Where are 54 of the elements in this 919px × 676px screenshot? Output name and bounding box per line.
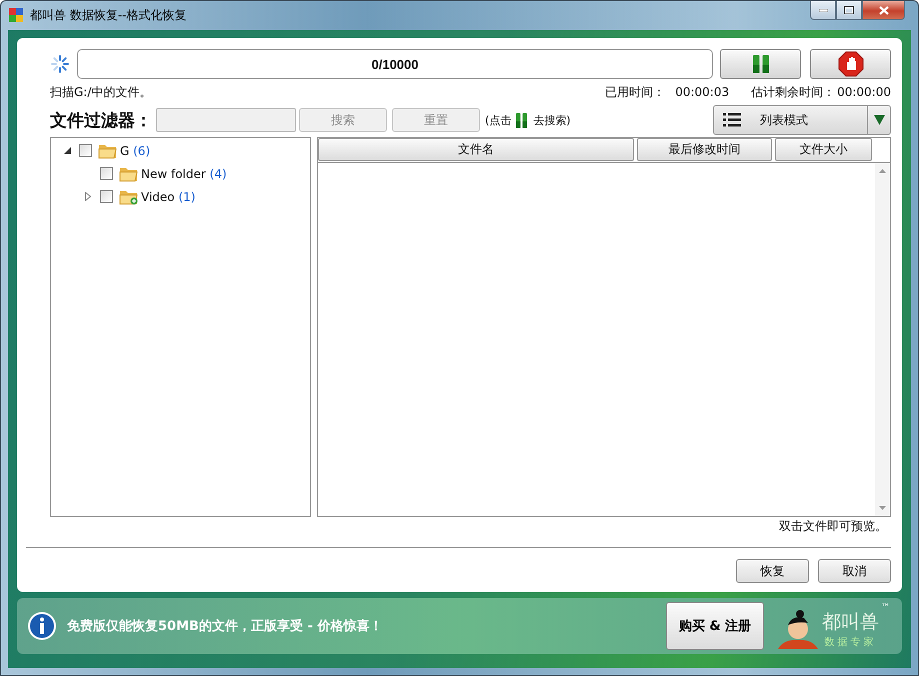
column-header[interactable]: 最后修改时间 (637, 138, 772, 161)
pause-icon (752, 55, 768, 73)
checkbox[interactable] (100, 167, 113, 180)
stop-hand-icon (838, 51, 864, 77)
close-icon (878, 6, 888, 14)
logo-tagline: 数据专家 (824, 636, 876, 649)
folder-icon (98, 142, 117, 159)
folder-name[interactable]: Video (1) (141, 190, 196, 204)
loading-spinner-icon (50, 54, 70, 74)
filter-label: 文件过滤器： (50, 110, 152, 132)
maximize-icon (844, 6, 854, 14)
scrollbar[interactable] (875, 163, 890, 516)
folder-plus-icon (119, 188, 138, 205)
stop-button[interactable] (810, 49, 891, 79)
app-logo-icon (8, 7, 24, 23)
promo-text: 免费版仅能恢复50MB的文件，正版享受 - 价格惊喜！ (67, 618, 382, 635)
window-title: 都叫兽 数据恢复--格式化恢复 (30, 7, 186, 24)
elapsed-time: 00:00:03 (675, 85, 730, 99)
collapse-arrow-icon[interactable] (64, 147, 70, 154)
scan-status-text: 扫描G:/中的文件。 (50, 84, 152, 100)
folder-name[interactable]: New folder (4) (141, 166, 227, 180)
buy-register-button[interactable]: 购买 & 注册 (666, 602, 764, 650)
checkbox[interactable] (100, 190, 113, 203)
list-icon (723, 112, 741, 128)
trademark-mark: ™ (881, 603, 890, 613)
scroll-up-icon[interactable] (879, 169, 886, 173)
progress-text: 0/10000 (372, 56, 418, 72)
column-header[interactable]: 文件大小 (775, 138, 872, 161)
minimize-icon (818, 8, 828, 12)
expand-arrow-icon[interactable] (85, 192, 91, 201)
checkbox[interactable] (79, 144, 92, 157)
close-button[interactable] (862, 1, 905, 20)
view-mode-dropdown[interactable]: 列表模式 (713, 105, 891, 135)
logo-name: 都叫兽 (822, 610, 879, 635)
remaining-time-label: 估计剩余时间： (751, 84, 836, 100)
pause-icon (516, 112, 528, 128)
pause-button[interactable] (720, 49, 801, 79)
dialog-button[interactable]: 恢复 (736, 559, 809, 583)
folder-icon (119, 165, 138, 182)
scroll-down-icon[interactable] (879, 506, 886, 510)
info-icon (27, 611, 57, 641)
mascot-drawing (778, 609, 818, 649)
maximize-button[interactable] (836, 1, 862, 20)
caret-down-icon (874, 115, 884, 125)
elapsed-time-label: 已用时间： (605, 84, 666, 100)
folder-name[interactable]: G (6) (120, 144, 150, 158)
preview-hint-text: 双击文件即可预览。 (779, 518, 887, 534)
search-hint-text: (点击 (485, 112, 512, 128)
view-mode-label: 列表模式 (760, 112, 809, 128)
minimize-button[interactable] (810, 1, 836, 20)
column-header[interactable]: 文件名 (318, 138, 634, 161)
remaining-time: 00:00:00 (837, 85, 891, 99)
dialog-button[interactable]: 取消 (818, 559, 891, 583)
search-hint-text: 去搜索) (533, 112, 571, 128)
